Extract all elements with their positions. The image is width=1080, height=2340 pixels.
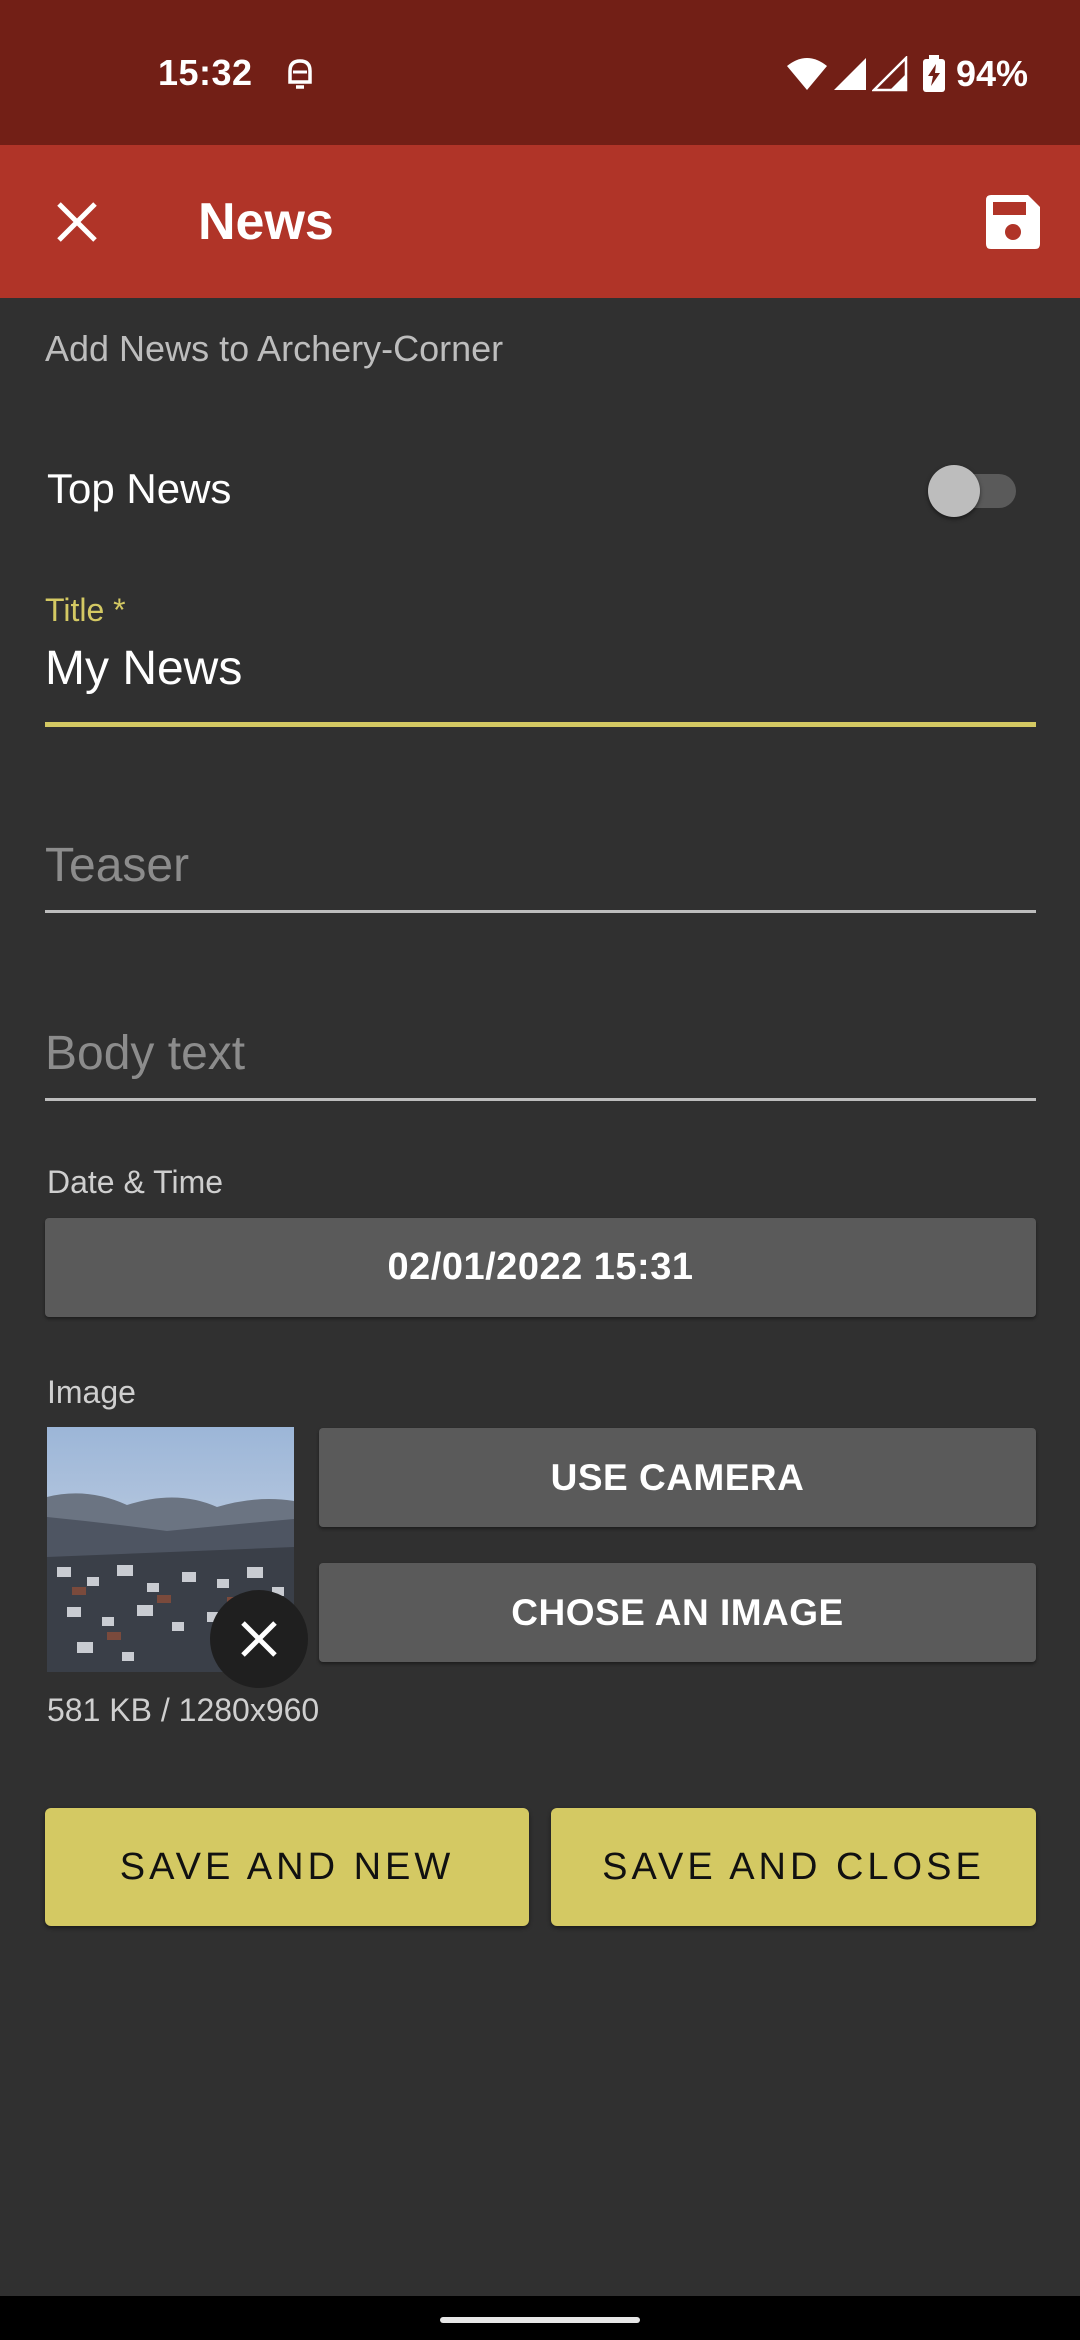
status-time: 15:32	[158, 52, 253, 93]
title-field-value: My News	[45, 642, 243, 695]
save-and-new-label: SAVE AND NEW	[119, 1845, 455, 1888]
battery-charging-icon	[922, 55, 945, 92]
chose-image-label: CHOSE AN IMAGE	[511, 1591, 844, 1633]
body-text-field-placeholder: Body text	[45, 1027, 246, 1080]
status-bar: 15:32 94%	[0, 0, 1080, 145]
date-time-label: Date & Time	[47, 1164, 224, 1200]
save-and-close-label: SAVE AND CLOSE	[602, 1845, 985, 1888]
image-label: Image	[47, 1374, 136, 1410]
title-field-label: Title *	[45, 592, 126, 628]
date-time-button[interactable]: 02/01/2022 15:31	[45, 1218, 1036, 1317]
close-icon	[241, 1621, 277, 1657]
use-camera-label: USE CAMERA	[550, 1456, 805, 1498]
chose-image-button[interactable]: CHOSE AN IMAGE	[319, 1563, 1036, 1662]
save-button[interactable]	[976, 185, 1050, 259]
cell-signal-icon	[871, 56, 908, 92]
date-time-value: 02/01/2022 15:31	[387, 1246, 694, 1288]
title-field-underline	[45, 722, 1036, 727]
wifi-icon	[786, 58, 827, 90]
app-bar: News	[0, 145, 1080, 298]
form-subtitle: Add News to Archery-Corner	[45, 328, 504, 369]
status-icons: 94%	[786, 52, 1028, 96]
top-news-label: Top News	[47, 465, 232, 512]
home-indicator[interactable]	[440, 2317, 640, 2323]
close-icon	[57, 202, 97, 242]
battery-percent: 94%	[955, 53, 1028, 94]
cell-signal-icon	[833, 58, 866, 90]
top-news-toggle[interactable]	[928, 462, 1018, 517]
close-button[interactable]	[40, 185, 114, 259]
use-camera-button[interactable]: USE CAMERA	[319, 1428, 1036, 1527]
teaser-field-placeholder: Teaser	[45, 839, 190, 892]
page-title: News	[198, 193, 334, 251]
title-field[interactable]: Title * My News	[45, 592, 1036, 730]
image-meta: 581 KB / 1280x960	[47, 1692, 320, 1728]
body-text-field[interactable]: Body text	[45, 1026, 1036, 1106]
save-and-new-button[interactable]: SAVE AND NEW	[45, 1808, 529, 1926]
remove-image-button[interactable]	[210, 1590, 308, 1688]
bell-icon	[288, 59, 312, 89]
toggle-thumb	[928, 465, 980, 517]
teaser-field[interactable]: Teaser	[45, 838, 1036, 918]
save-and-close-button[interactable]: SAVE AND CLOSE	[551, 1808, 1036, 1926]
body-text-field-underline	[45, 1098, 1036, 1101]
teaser-field-underline	[45, 910, 1036, 913]
floppy-disk-icon	[986, 195, 1040, 249]
